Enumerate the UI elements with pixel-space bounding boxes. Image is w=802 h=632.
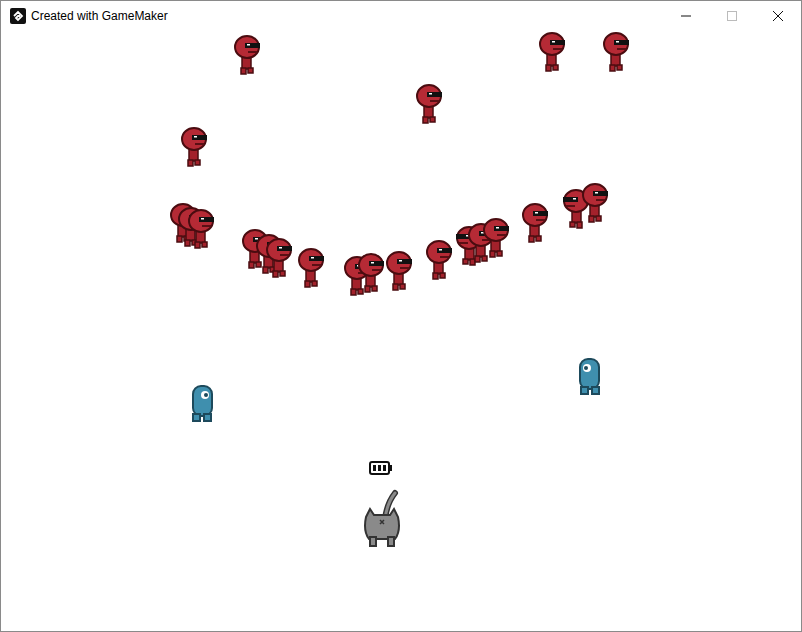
- close-icon: [773, 11, 783, 21]
- maximize-icon: [727, 11, 737, 21]
- minimize-icon: [681, 11, 691, 21]
- red-creature-icon: [180, 126, 208, 168]
- red-creature-icon: [415, 83, 443, 125]
- red-creature-icon: [233, 34, 261, 76]
- title-bar: Created with GameMaker: [1, 1, 801, 31]
- gamemaker-logo-icon: [10, 8, 26, 24]
- red-creature-icon: [385, 250, 413, 292]
- red-creature-icon: [425, 239, 453, 281]
- red-creature-icon: [187, 208, 215, 250]
- blue-creature-icon: [191, 384, 215, 424]
- red-creature-icon: [538, 31, 566, 73]
- red-creature-icon: [357, 252, 385, 294]
- battery-icon: [369, 461, 393, 475]
- red-creature-icon: [265, 237, 293, 279]
- maximize-button[interactable]: [709, 1, 755, 31]
- red-creature-icon: [482, 217, 510, 259]
- close-button[interactable]: [755, 1, 801, 31]
- game-window: Created with GameMaker: [0, 0, 802, 632]
- window-title: Created with GameMaker: [31, 7, 168, 25]
- blue-creature-icon: [577, 357, 601, 397]
- red-creature-icon: [297, 247, 325, 289]
- red-creature-icon: [602, 31, 630, 73]
- game-canvas[interactable]: [1, 31, 801, 631]
- cat-player-icon: [361, 489, 403, 549]
- red-creature-icon: [581, 182, 609, 224]
- red-creature-icon: [521, 202, 549, 244]
- minimize-button[interactable]: [663, 1, 709, 31]
